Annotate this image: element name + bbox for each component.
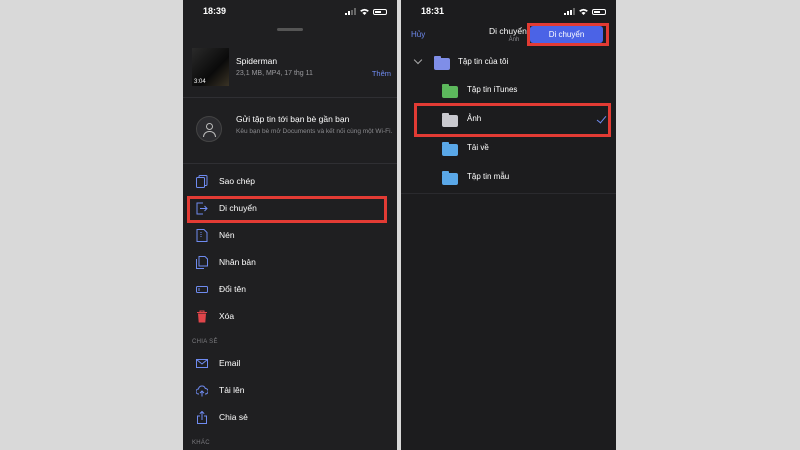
trash-icon <box>197 310 207 323</box>
section-title-other: KHÁC <box>192 440 210 446</box>
tree-root-label: Tập tin của tôi <box>458 57 509 66</box>
share-nearby-title[interactable]: Gửi tập tin tới bạn bè gần bạn <box>236 114 349 124</box>
more-link[interactable]: Thêm <box>372 69 391 78</box>
status-icons <box>564 8 606 15</box>
cellular-signal-icon <box>345 8 356 15</box>
action-share[interactable]: Chia sẻ <box>183 407 397 429</box>
action-rename[interactable]: Đổi tên <box>183 279 397 301</box>
divider <box>183 97 397 98</box>
share-icon <box>197 411 207 424</box>
status-icons <box>345 8 387 15</box>
status-bar: 18:39 <box>183 0 397 22</box>
action-duplicate[interactable]: Nhân bản <box>183 252 397 274</box>
file-meta: 23,1 MB, MP4, 17 thg 11 <box>236 70 313 77</box>
left-phone-screen: 18:39 3:04 Spiderman 23,1 MB, MP4, 17 th… <box>183 0 397 450</box>
chevron-down-icon[interactable] <box>413 55 423 65</box>
action-compress[interactable]: Nén <box>183 225 397 247</box>
action-label: Tải lên <box>219 385 245 395</box>
status-time: 18:39 <box>203 6 227 16</box>
folder-icon <box>442 142 458 156</box>
cloud-upload-icon <box>196 385 208 397</box>
zip-icon <box>196 229 208 242</box>
sheet-grabber[interactable] <box>277 28 303 31</box>
wifi-icon <box>579 8 588 15</box>
share-nearby-subtitle: Kêu bạn bè mở Documents và kết nối cùng … <box>236 128 393 135</box>
battery-icon <box>592 8 606 15</box>
folder-row-samples[interactable]: Tập tin mẫu <box>401 164 616 192</box>
video-thumbnail: 3:04 <box>192 48 229 86</box>
action-label: Xóa <box>219 311 235 321</box>
cellular-signal-icon <box>564 8 575 15</box>
divider <box>183 163 397 164</box>
highlight-box <box>527 23 609 46</box>
action-label: Sao chép <box>219 176 255 186</box>
copy-icon <box>196 175 208 188</box>
action-copy[interactable]: Sao chép <box>183 171 397 193</box>
action-label: Đổi tên <box>219 284 246 294</box>
folder-row-downloads[interactable]: Tải về <box>401 135 616 163</box>
divider <box>401 193 616 194</box>
highlight-box <box>414 103 611 137</box>
action-label: Nhân bản <box>219 257 256 267</box>
highlight-box <box>187 196 387 223</box>
folder-icon <box>442 84 458 98</box>
section-title-share: CHIA SẺ <box>192 339 218 345</box>
folder-row-itunes[interactable]: Tập tin iTunes <box>401 77 616 105</box>
video-duration: 3:04 <box>194 79 206 85</box>
rename-icon <box>196 286 208 293</box>
wifi-icon <box>360 8 369 15</box>
tree-root-row[interactable]: Tập tin của tôi <box>401 49 616 77</box>
status-bar: 18:31 <box>401 0 616 22</box>
action-label: Email <box>219 358 241 368</box>
action-upload[interactable]: Tải lên <box>183 380 397 402</box>
folder-icon <box>442 171 458 185</box>
mail-icon <box>196 359 208 368</box>
duplicate-icon <box>196 256 208 269</box>
action-label: Chia sẻ <box>219 412 248 422</box>
person-icon <box>196 116 222 142</box>
folder-label: Tập tin mẫu <box>467 172 510 181</box>
cancel-button[interactable]: Hủy <box>411 30 425 39</box>
battery-icon <box>373 8 387 15</box>
status-time: 18:31 <box>421 6 445 16</box>
action-label: Nén <box>219 230 235 240</box>
folder-label: Tải về <box>467 143 489 152</box>
file-name: Spiderman <box>236 56 278 66</box>
folder-icon <box>434 56 450 70</box>
right-phone-screen: 18:31 Hủy Di chuyển tới Ảnh Di chuyển Tậ… <box>401 0 616 450</box>
folder-label: Tập tin iTunes <box>467 85 518 94</box>
action-email[interactable]: Email <box>183 353 397 375</box>
action-delete[interactable]: Xóa <box>183 306 397 328</box>
